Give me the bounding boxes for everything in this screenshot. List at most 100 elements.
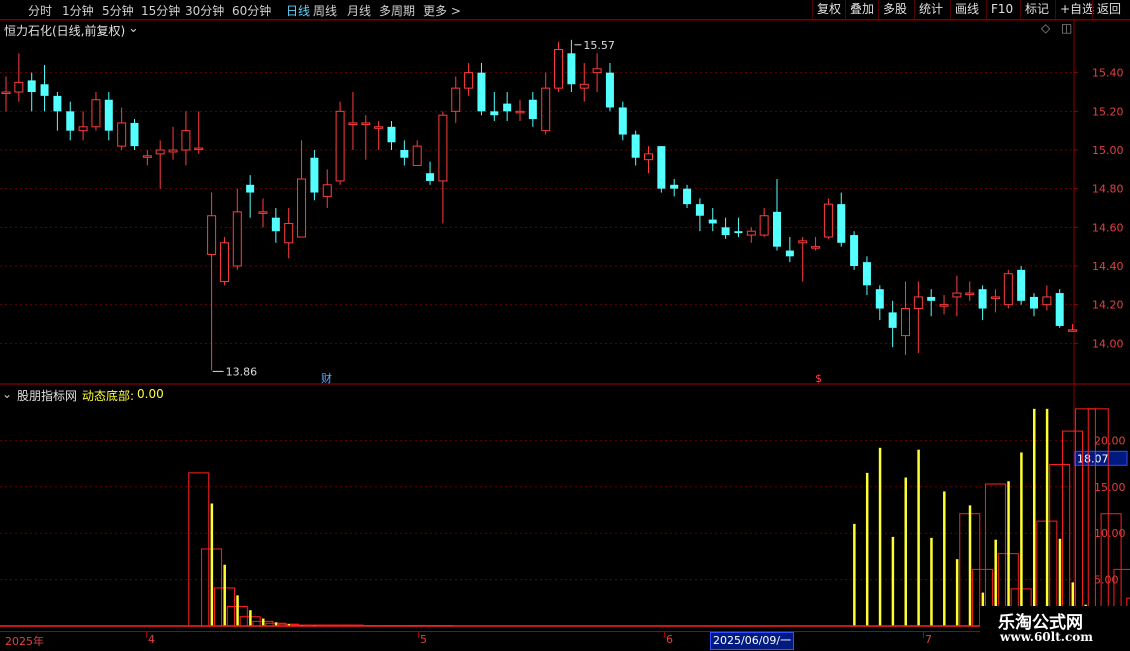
candle-body (902, 309, 910, 336)
period-tab-10[interactable]: 更多 > (423, 2, 461, 19)
candle-body (837, 204, 845, 243)
y-axis-label: 14.00 (1092, 337, 1124, 350)
candle-body (143, 156, 151, 158)
yellow-bar (1020, 452, 1023, 626)
yellow-bar (262, 619, 265, 626)
candle-body (979, 289, 987, 308)
candle-body (156, 150, 164, 154)
candle-body (632, 135, 640, 158)
y-axis-label: 15.40 (1092, 67, 1124, 80)
candle-body (670, 185, 678, 189)
candle-body (131, 123, 139, 146)
panel-toggle-icon[interactable]: ◫ (1061, 21, 1072, 35)
candle-body (760, 216, 768, 235)
candle-body (362, 123, 370, 125)
toolbar-button-4[interactable]: 画线 (950, 0, 983, 19)
diamond-icon[interactable]: ◇ (1041, 21, 1050, 35)
x-axis-label: 6 (666, 633, 673, 646)
candle-body (15, 82, 23, 92)
event-marker-dividend: $ (815, 372, 822, 385)
candle-body (529, 100, 537, 119)
candle-body (773, 212, 781, 247)
candle-body (657, 146, 665, 189)
candle-body (889, 312, 897, 327)
candlestick-chart[interactable]: 15.4015.2015.0014.8014.6014.4014.2014.00… (0, 20, 1130, 385)
yellow-bar (956, 559, 959, 626)
candle-body (465, 73, 473, 88)
period-tab-2[interactable]: 5分钟 (102, 2, 134, 19)
indicator-dropdown-icon[interactable]: ⌄ (2, 387, 12, 401)
candle-body (105, 100, 113, 131)
candle-body (1004, 274, 1012, 305)
indicator-chart[interactable]: 20.0015.0010.005.0018.07 (0, 386, 1130, 632)
toolbar-button-3[interactable]: 统计 (914, 0, 947, 19)
candle-body (863, 262, 871, 285)
yellow-bar (1046, 409, 1049, 626)
period-tab-8[interactable]: 月线 (347, 2, 371, 19)
x-axis-label: 2025年 (5, 633, 44, 649)
toolbar-button-6[interactable]: 标记 (1020, 0, 1053, 19)
candle-body (786, 251, 794, 257)
yellow-bar (223, 565, 226, 626)
candle-body (477, 73, 485, 112)
period-tab-1[interactable]: 1分钟 (62, 2, 94, 19)
price-panel[interactable]: 15.4015.2015.0014.8014.6014.4014.2014.00… (0, 20, 1130, 385)
yellow-bar (905, 478, 908, 626)
candle-body (2, 92, 10, 94)
candle-body (606, 73, 614, 108)
event-marker-finance: 财 (321, 371, 332, 385)
candle-body (246, 185, 254, 193)
yellow-bar (943, 491, 946, 626)
candle-body (1069, 330, 1077, 332)
x-axis-tick (923, 632, 924, 638)
candle-body (233, 212, 241, 266)
candle-body (195, 148, 203, 150)
yellow-bar (866, 473, 869, 626)
toolbar-button-5[interactable]: F10 (986, 0, 1017, 19)
toolbar-button-0[interactable]: 复权 (812, 0, 845, 19)
yellow-bar (211, 504, 214, 626)
watermark: 乐淘公式网 www.60lt.com (980, 606, 1130, 650)
yellow-bar (853, 524, 856, 626)
candle-body (66, 111, 74, 130)
period-tab-7[interactable]: 周线 (313, 2, 337, 19)
candle-body (79, 127, 87, 131)
ind-y-label: 5.00 (1094, 574, 1119, 587)
candle-body (645, 154, 653, 160)
period-tab-6[interactable]: 日线 (286, 2, 310, 19)
candle-body (503, 104, 511, 112)
period-tab-0[interactable]: 分时 (28, 2, 52, 19)
candle-body (722, 227, 730, 235)
cursor-date-label: 2025/06/09/一 (710, 632, 794, 650)
candle-body (555, 49, 563, 88)
period-tab-3[interactable]: 15分钟 (141, 2, 180, 19)
x-axis-label: 5 (420, 633, 427, 646)
red-box-bar (1075, 409, 1095, 626)
candle-body (310, 158, 318, 193)
candle-body (92, 100, 100, 127)
period-tab-4[interactable]: 30分钟 (185, 2, 224, 19)
toolbar-button-1[interactable]: 叠加 (845, 0, 878, 19)
indicator-value: 0.00 (137, 387, 164, 401)
period-tab-5[interactable]: 60分钟 (232, 2, 271, 19)
candle-body (1056, 293, 1064, 326)
ind-y-label: 15.00 (1094, 481, 1126, 494)
candle-body (516, 111, 524, 113)
candle-body (991, 297, 999, 299)
candle-body (323, 185, 331, 197)
candle-body (824, 204, 832, 237)
indicator-panel[interactable]: 20.0015.0010.005.0018.07 ⌄ 股朋指标网 动态底部: 0… (0, 386, 1130, 632)
current-value-label: 18.07 (1077, 452, 1109, 465)
x-axis-tick (146, 632, 147, 638)
y-axis-label: 15.20 (1092, 105, 1124, 118)
toolbar-button-8[interactable]: 返回 (1092, 0, 1125, 19)
toolbar-button-2[interactable]: 多股 (878, 0, 911, 19)
candle-body (169, 150, 177, 152)
yellow-bar (879, 448, 882, 626)
candle-body (452, 88, 460, 111)
x-axis-label: 7 (925, 633, 932, 646)
period-tab-9[interactable]: 多周期 (379, 2, 415, 19)
title-dropdown-icon[interactable]: ⌄ (128, 21, 139, 36)
candle-body (298, 179, 306, 237)
candle-body (734, 231, 742, 233)
